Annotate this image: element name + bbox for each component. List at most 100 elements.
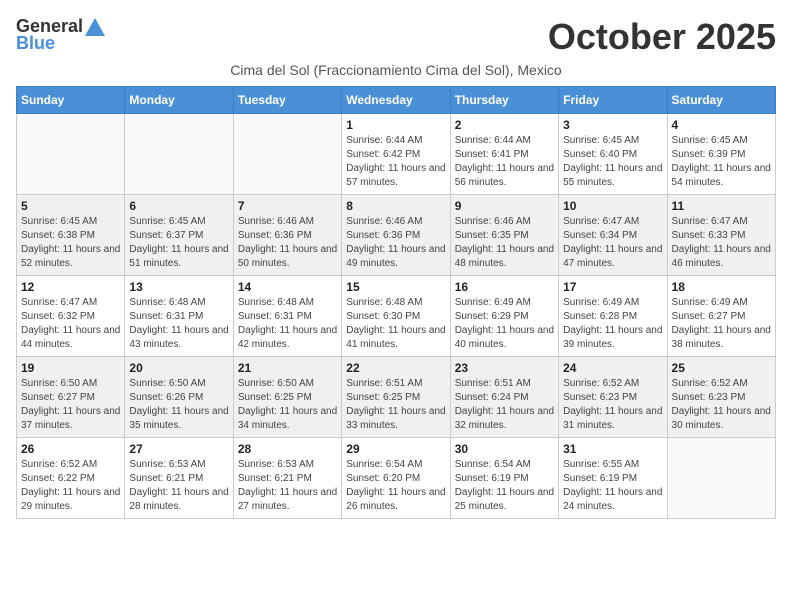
day-info: Sunrise: 6:52 AM Sunset: 6:23 PM Dayligh… [563, 377, 662, 433]
calendar-header-saturday: Saturday [667, 87, 775, 114]
calendar-day: 25Sunrise: 6:52 AM Sunset: 6:23 PM Dayli… [667, 357, 775, 438]
month-title: October 2025 [548, 16, 776, 58]
calendar-week-row: 1 Sunrise: 6:44 AM Sunset: 6:42 PM Daylig… [17, 114, 776, 195]
calendar-day: 7 Sunrise: 6:46 AM Sunset: 6:36 PM Daylig… [233, 195, 341, 276]
day-number: 16 [455, 280, 554, 294]
day-info: Sunrise: 6:46 AM Sunset: 6:36 PM Dayligh… [346, 215, 445, 271]
day-info: Sunrise: 6:55 AM Sunset: 6:19 PM Dayligh… [563, 458, 662, 514]
day-number: 9 [455, 199, 554, 213]
day-info: Sunrise: 6:47 AM Sunset: 6:34 PM Dayligh… [563, 215, 662, 271]
logo: General Blue [16, 16, 105, 54]
day-info: Sunrise: 6:47 AM Sunset: 6:32 PM Dayligh… [21, 296, 120, 352]
logo-icon [85, 18, 105, 36]
day-number: 23 [455, 361, 554, 375]
day-info: Sunrise: 6:44 AM Sunset: 6:42 PM Dayligh… [346, 134, 445, 190]
calendar-day: 1 Sunrise: 6:44 AM Sunset: 6:42 PM Daylig… [342, 114, 450, 195]
calendar-day: 12Sunrise: 6:47 AM Sunset: 6:32 PM Dayli… [17, 276, 125, 357]
calendar-header-sunday: Sunday [17, 87, 125, 114]
calendar-day: 24 Sunrise: 6:52 AM Sunset: 6:23 PM Dayli… [559, 357, 667, 438]
calendar-day [17, 114, 125, 195]
day-number: 10 [563, 199, 662, 213]
day-info: Sunrise: 6:46 AM Sunset: 6:35 PM Dayligh… [455, 215, 554, 271]
day-info: Sunrise: 6:51 AM Sunset: 6:25 PM Dayligh… [346, 377, 445, 433]
calendar-week-row: 26 Sunrise: 6:52 AM Sunset: 6:22 PM Dayli… [17, 438, 776, 519]
day-number: 2 [455, 118, 554, 132]
day-number: 24 [563, 361, 662, 375]
day-number: 6 [129, 199, 228, 213]
calendar-day: 6Sunrise: 6:45 AM Sunset: 6:37 PM Daylig… [125, 195, 233, 276]
day-info: Sunrise: 6:46 AM Sunset: 6:36 PM Dayligh… [238, 215, 337, 271]
calendar-day: 4Sunrise: 6:45 AM Sunset: 6:39 PM Daylig… [667, 114, 775, 195]
day-number: 17 [563, 280, 662, 294]
calendar-week-row: 12Sunrise: 6:47 AM Sunset: 6:32 PM Dayli… [17, 276, 776, 357]
day-info: Sunrise: 6:54 AM Sunset: 6:19 PM Dayligh… [455, 458, 554, 514]
day-info: Sunrise: 6:49 AM Sunset: 6:29 PM Dayligh… [455, 296, 554, 352]
calendar-day: 27 Sunrise: 6:53 AM Sunset: 6:21 PM Dayli… [125, 438, 233, 519]
day-info: Sunrise: 6:45 AM Sunset: 6:39 PM Dayligh… [672, 134, 771, 190]
day-number: 3 [563, 118, 662, 132]
day-info: Sunrise: 6:52 AM Sunset: 6:22 PM Dayligh… [21, 458, 120, 514]
day-info: Sunrise: 6:48 AM Sunset: 6:30 PM Dayligh… [346, 296, 445, 352]
day-info: Sunrise: 6:53 AM Sunset: 6:21 PM Dayligh… [238, 458, 337, 514]
day-info: Sunrise: 6:48 AM Sunset: 6:31 PM Dayligh… [129, 296, 228, 352]
day-number: 5 [21, 199, 120, 213]
calendar-day: 30 Sunrise: 6:54 AM Sunset: 6:19 PM Dayli… [450, 438, 558, 519]
day-number: 30 [455, 442, 554, 456]
calendar-day: 10 Sunrise: 6:47 AM Sunset: 6:34 PM Dayli… [559, 195, 667, 276]
calendar-day: 8 Sunrise: 6:46 AM Sunset: 6:36 PM Daylig… [342, 195, 450, 276]
day-info: Sunrise: 6:50 AM Sunset: 6:27 PM Dayligh… [21, 377, 120, 433]
calendar-header-friday: Friday [559, 87, 667, 114]
subtitle: Cima del Sol (Fraccionamiento Cima del S… [16, 62, 776, 78]
logo-blue: Blue [16, 33, 55, 54]
day-number: 22 [346, 361, 445, 375]
calendar-header-monday: Monday [125, 87, 233, 114]
calendar-day: 5 Sunrise: 6:45 AM Sunset: 6:38 PM Daylig… [17, 195, 125, 276]
calendar-header-tuesday: Tuesday [233, 87, 341, 114]
day-number: 18 [672, 280, 771, 294]
day-number: 27 [129, 442, 228, 456]
day-info: Sunrise: 6:44 AM Sunset: 6:41 PM Dayligh… [455, 134, 554, 190]
day-info: Sunrise: 6:51 AM Sunset: 6:24 PM Dayligh… [455, 377, 554, 433]
calendar-day: 9 Sunrise: 6:46 AM Sunset: 6:35 PM Daylig… [450, 195, 558, 276]
calendar-day: 22 Sunrise: 6:51 AM Sunset: 6:25 PM Dayli… [342, 357, 450, 438]
day-number: 15 [346, 280, 445, 294]
day-number: 25 [672, 361, 771, 375]
calendar-day: 29Sunrise: 6:54 AM Sunset: 6:20 PM Dayli… [342, 438, 450, 519]
calendar-day: 31 Sunrise: 6:55 AM Sunset: 6:19 PM Dayli… [559, 438, 667, 519]
calendar-day: 23 Sunrise: 6:51 AM Sunset: 6:24 PM Dayli… [450, 357, 558, 438]
calendar: SundayMondayTuesdayWednesdayThursdayFrid… [16, 86, 776, 519]
day-info: Sunrise: 6:54 AM Sunset: 6:20 PM Dayligh… [346, 458, 445, 514]
calendar-day [667, 438, 775, 519]
calendar-day: 2 Sunrise: 6:44 AM Sunset: 6:41 PM Daylig… [450, 114, 558, 195]
day-number: 8 [346, 199, 445, 213]
calendar-day: 17Sunrise: 6:49 AM Sunset: 6:28 PM Dayli… [559, 276, 667, 357]
day-number: 28 [238, 442, 337, 456]
calendar-header-row: SundayMondayTuesdayWednesdayThursdayFrid… [17, 87, 776, 114]
day-number: 11 [672, 199, 771, 213]
day-info: Sunrise: 6:53 AM Sunset: 6:21 PM Dayligh… [129, 458, 228, 514]
day-info: Sunrise: 6:49 AM Sunset: 6:27 PM Dayligh… [672, 296, 771, 352]
calendar-header-thursday: Thursday [450, 87, 558, 114]
calendar-week-row: 5 Sunrise: 6:45 AM Sunset: 6:38 PM Daylig… [17, 195, 776, 276]
calendar-header-wednesday: Wednesday [342, 87, 450, 114]
calendar-day: 18 Sunrise: 6:49 AM Sunset: 6:27 PM Dayli… [667, 276, 775, 357]
calendar-day: 15 Sunrise: 6:48 AM Sunset: 6:30 PM Dayli… [342, 276, 450, 357]
day-number: 7 [238, 199, 337, 213]
calendar-day [233, 114, 341, 195]
calendar-week-row: 19Sunrise: 6:50 AM Sunset: 6:27 PM Dayli… [17, 357, 776, 438]
day-info: Sunrise: 6:47 AM Sunset: 6:33 PM Dayligh… [672, 215, 771, 271]
day-number: 13 [129, 280, 228, 294]
day-number: 26 [21, 442, 120, 456]
calendar-day [125, 114, 233, 195]
calendar-day: 13 Sunrise: 6:48 AM Sunset: 6:31 PM Dayli… [125, 276, 233, 357]
day-info: Sunrise: 6:45 AM Sunset: 6:40 PM Dayligh… [563, 134, 662, 190]
day-info: Sunrise: 6:45 AM Sunset: 6:38 PM Dayligh… [21, 215, 120, 271]
calendar-day: 16 Sunrise: 6:49 AM Sunset: 6:29 PM Dayli… [450, 276, 558, 357]
page-header: General Blue October 2025 [16, 16, 776, 58]
day-number: 14 [238, 280, 337, 294]
day-number: 20 [129, 361, 228, 375]
day-number: 1 [346, 118, 445, 132]
day-number: 21 [238, 361, 337, 375]
calendar-day: 28 Sunrise: 6:53 AM Sunset: 6:21 PM Dayli… [233, 438, 341, 519]
day-number: 31 [563, 442, 662, 456]
